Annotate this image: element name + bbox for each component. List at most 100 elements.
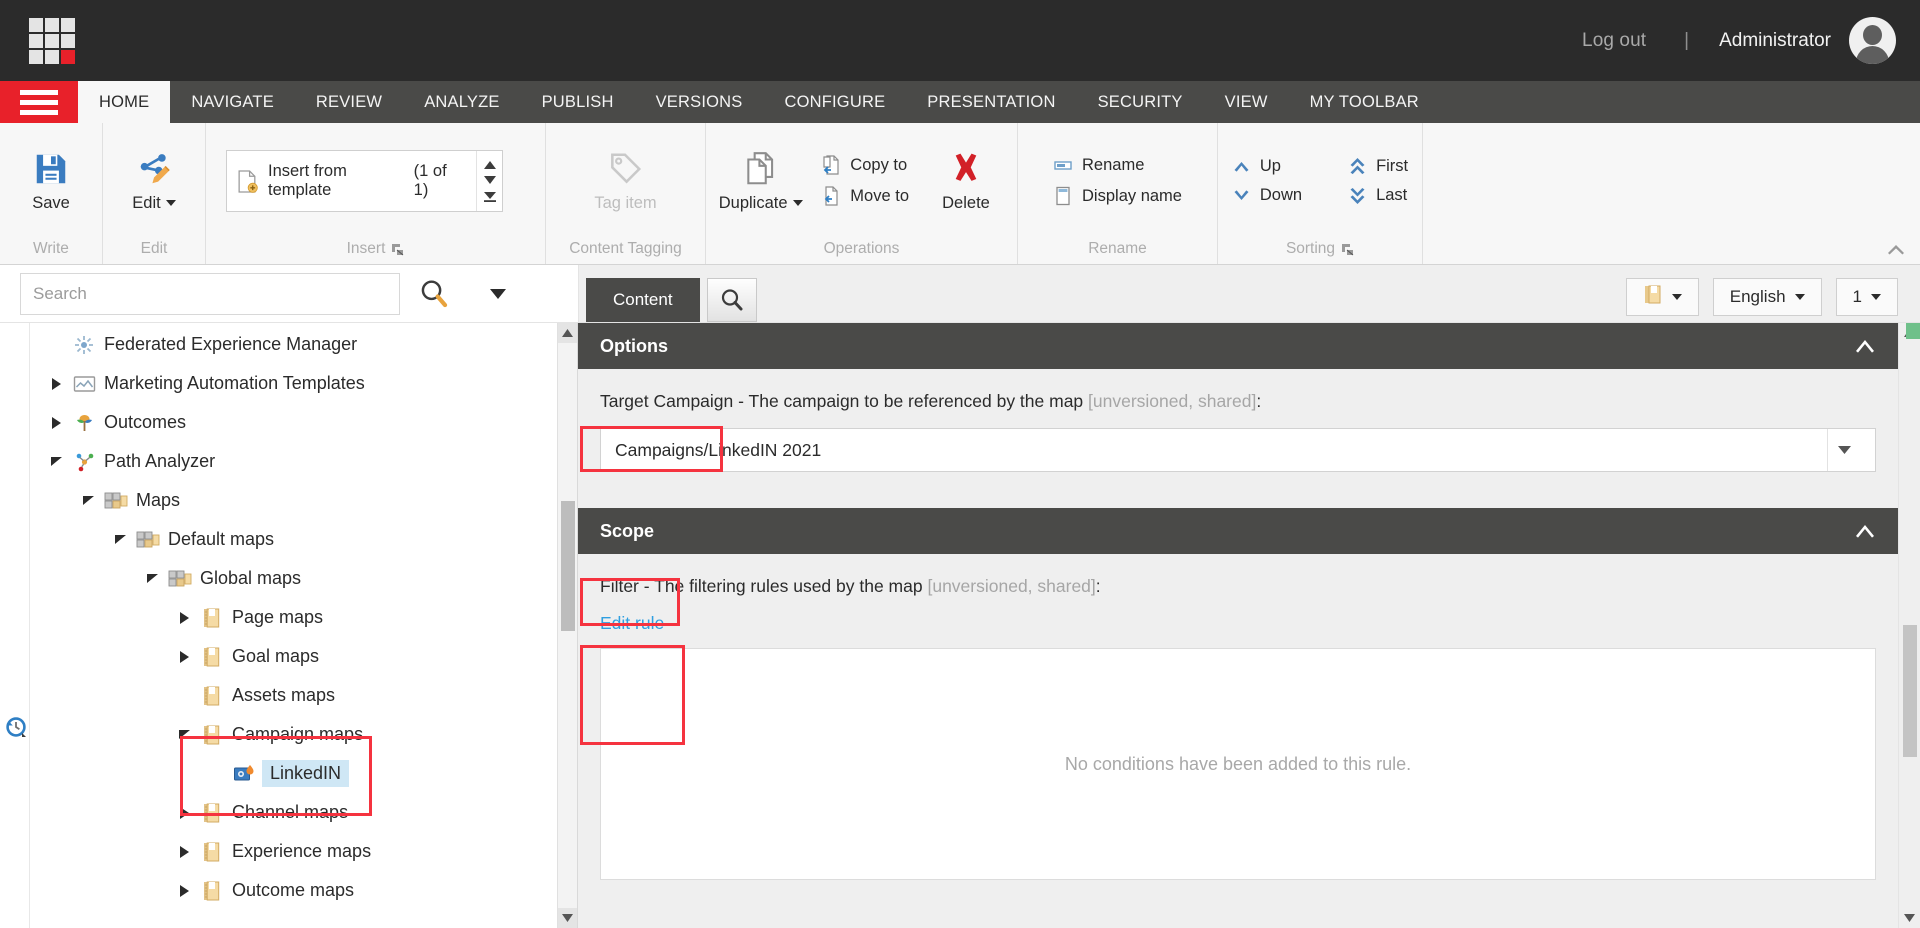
- tree-item-channel-maps[interactable]: Channel maps: [30, 793, 577, 832]
- duplicate-button[interactable]: Duplicate: [718, 146, 803, 217]
- tree-collapsed-arrow-icon[interactable]: [44, 416, 70, 430]
- tab-content[interactable]: Content: [586, 278, 700, 322]
- history-clock-icon[interactable]: [4, 715, 28, 744]
- tab-analyze[interactable]: ANALYZE: [403, 81, 520, 123]
- sitecore-logo-icon[interactable]: [29, 17, 75, 64]
- tree-collapsed-arrow-icon[interactable]: [172, 650, 198, 664]
- tab-review[interactable]: REVIEW: [295, 81, 403, 123]
- insert-spinner[interactable]: [476, 151, 502, 211]
- tree-scrollbar[interactable]: [557, 323, 577, 928]
- target-campaign-name: Target Campaign -: [600, 391, 749, 411]
- scope-section-header[interactable]: Scope: [578, 508, 1898, 554]
- tab-my-toolbar[interactable]: MY TOOLBAR: [1289, 81, 1440, 123]
- insert-from-template-button[interactable]: Insert from template (1 of 1): [227, 151, 476, 211]
- rename-icon: [1053, 156, 1073, 176]
- search-input[interactable]: [20, 272, 400, 315]
- tree-item-outcome-maps[interactable]: Outcome maps: [30, 871, 577, 910]
- tree-item-assets-maps[interactable]: Assets maps: [30, 676, 577, 715]
- search-icon[interactable]: [412, 278, 456, 310]
- tree-item-path-analyzer[interactable]: Path Analyzer: [30, 442, 577, 481]
- spinner-down-icon[interactable]: [483, 175, 497, 185]
- tree-scroll-thumb[interactable]: [561, 501, 575, 631]
- tree-collapsed-arrow-icon[interactable]: [172, 611, 198, 625]
- spinner-up-icon[interactable]: [483, 160, 497, 170]
- tab-versions[interactable]: VERSIONS: [635, 81, 764, 123]
- tree-item-global-maps[interactable]: Global maps: [30, 559, 577, 598]
- move-to-button[interactable]: Move to: [815, 184, 915, 209]
- sorting-dialog-launcher-icon[interactable]: [1341, 243, 1354, 256]
- ribbon-collapse-icon[interactable]: [1886, 243, 1906, 256]
- tab-presentation[interactable]: PRESENTATION: [906, 81, 1076, 123]
- folder-icon: [198, 685, 226, 707]
- options-section-title: Options: [600, 335, 668, 356]
- tree-item-experience-maps[interactable]: Experience maps: [30, 832, 577, 871]
- chevron-up-icon[interactable]: [1854, 524, 1876, 538]
- tree-expanded-arrow-icon[interactable]: [76, 495, 102, 507]
- tree-expanded-arrow-icon[interactable]: [44, 456, 70, 468]
- outcomes-icon: [70, 412, 98, 434]
- tree-scroll-up-icon[interactable]: [558, 323, 577, 343]
- tab-security[interactable]: SECURITY: [1077, 81, 1204, 123]
- tab-view[interactable]: VIEW: [1204, 81, 1289, 123]
- delete-button[interactable]: Delete: [927, 146, 1005, 217]
- ribbon-group-label-content-tagging: Content Tagging: [569, 240, 682, 257]
- insert-dialog-launcher-icon[interactable]: [391, 243, 404, 256]
- tab-home[interactable]: HOME: [78, 81, 171, 123]
- avatar[interactable]: [1849, 17, 1896, 64]
- sort-last-button[interactable]: Last: [1342, 184, 1414, 207]
- sort-first-button[interactable]: First: [1342, 155, 1414, 178]
- edit-button[interactable]: Edit: [115, 146, 193, 217]
- tree-collapsed-arrow-icon[interactable]: [172, 845, 198, 859]
- tab-configure[interactable]: CONFIGURE: [763, 81, 906, 123]
- tree-item-page-maps[interactable]: Page maps: [30, 598, 577, 637]
- ribbon-group-operations: Duplicate Copy to Move to Delete Operati…: [706, 123, 1018, 264]
- tree-item-goal-maps[interactable]: Goal maps: [30, 637, 577, 676]
- tree-collapsed-arrow-icon[interactable]: [44, 377, 70, 391]
- editor-scroll-thumb[interactable]: [1903, 625, 1917, 757]
- duplicate-icon: [742, 150, 780, 188]
- tree-item-marketing-automation-templates[interactable]: Marketing Automation Templates: [30, 364, 577, 403]
- tree-collapsed-arrow-icon[interactable]: [172, 884, 198, 898]
- tree-scroll-down-icon[interactable]: [558, 908, 577, 928]
- sort-down-button[interactable]: Down: [1226, 184, 1308, 207]
- sort-up-button[interactable]: Up: [1226, 155, 1308, 178]
- tag-item-button[interactable]: Tag item: [584, 146, 666, 217]
- sort-up-label: Up: [1259, 157, 1281, 175]
- options-section-header[interactable]: Options: [578, 323, 1898, 369]
- item-template-dropdown[interactable]: [1625, 278, 1699, 316]
- rename-button[interactable]: Rename: [1047, 154, 1188, 178]
- tab-navigate[interactable]: NAVIGATE: [170, 81, 295, 123]
- content-search-icon[interactable]: [706, 278, 757, 322]
- tree-expanded-arrow-icon[interactable]: [172, 729, 198, 741]
- tree-item-campaign-maps[interactable]: Campaign maps: [30, 715, 577, 754]
- tree-item-maps[interactable]: Maps: [30, 481, 577, 520]
- language-dropdown[interactable]: English: [1712, 278, 1822, 316]
- display-name-button[interactable]: Display name: [1047, 184, 1188, 209]
- copy-to-button[interactable]: Copy to: [815, 153, 915, 178]
- editor-scroll-down-icon[interactable]: [1899, 908, 1920, 928]
- edit-rule-link[interactable]: Edit rule: [600, 613, 664, 634]
- search-options-chevron-icon[interactable]: [490, 288, 506, 299]
- tree-expanded-arrow-icon[interactable]: [108, 534, 134, 546]
- insert-from-template-box[interactable]: Insert from template (1 of 1): [226, 150, 503, 212]
- tree-item-federated-experience-manager[interactable]: Federated Experience Manager: [30, 325, 577, 364]
- copy-move-stack: Copy to Move to: [807, 153, 923, 209]
- tree-collapsed-arrow-icon[interactable]: [172, 806, 198, 820]
- spinner-last-icon[interactable]: [483, 191, 497, 203]
- ma-icon: [70, 374, 98, 394]
- tab-publish[interactable]: PUBLISH: [521, 81, 635, 123]
- save-button[interactable]: Save: [12, 146, 90, 217]
- version-dropdown[interactable]: 1: [1835, 278, 1898, 316]
- menu-hamburger-icon[interactable]: [0, 81, 78, 123]
- tree-item-default-maps[interactable]: Default maps: [30, 520, 577, 559]
- folder-icon: [198, 646, 226, 668]
- target-campaign-dropdown[interactable]: Campaigns/LinkedIN 2021: [600, 428, 1876, 472]
- double-chevron-down-icon: [1348, 186, 1367, 205]
- logout-link[interactable]: Log out: [1560, 30, 1668, 52]
- chevron-up-icon[interactable]: [1854, 339, 1876, 353]
- tree-item-outcomes[interactable]: Outcomes: [30, 403, 577, 442]
- editor-scrollbar[interactable]: [1898, 323, 1920, 928]
- tree-item-linkedin[interactable]: LinkedIN: [30, 754, 577, 793]
- chevron-down-icon[interactable]: [1827, 429, 1861, 471]
- tree-expanded-arrow-icon[interactable]: [140, 573, 166, 585]
